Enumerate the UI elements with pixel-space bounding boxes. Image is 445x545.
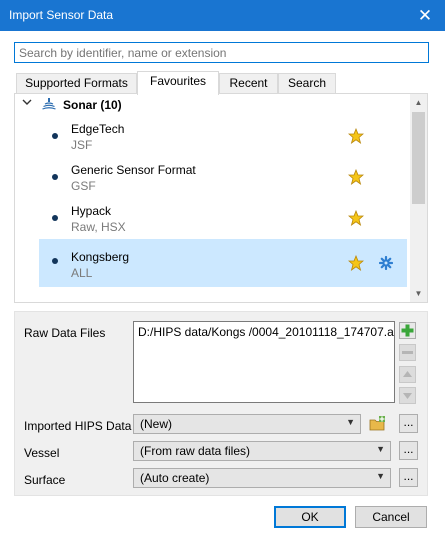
add-file-button[interactable]: [399, 322, 416, 339]
format-list: Sonar (10) EdgeTech JSF Generic Sensor F…: [14, 93, 428, 303]
bullet-icon: [52, 258, 58, 264]
search-input[interactable]: [14, 42, 429, 63]
surface-dropdown[interactable]: (Auto create) ▼: [133, 468, 391, 488]
tab-search[interactable]: Search: [278, 73, 336, 94]
chevron-down-icon: ▼: [376, 471, 385, 481]
star-icon[interactable]: [347, 127, 365, 147]
chevron-down-icon: ▼: [376, 444, 385, 454]
browse-vessel-button[interactable]: ...: [399, 441, 418, 460]
gear-icon[interactable]: [378, 255, 394, 273]
surface-value: (Auto create): [140, 471, 210, 485]
browse-surface-button[interactable]: ...: [399, 468, 418, 487]
group-label: Sonar (10): [63, 98, 122, 112]
imported-hips-data-value: (New): [140, 417, 172, 431]
group-header-sonar[interactable]: Sonar (10): [15, 94, 407, 116]
chevron-down-icon: ▼: [346, 417, 355, 427]
vessel-label: Vessel: [24, 446, 60, 460]
scroll-up-icon[interactable]: ▲: [410, 94, 427, 111]
cancel-button[interactable]: Cancel: [355, 506, 427, 528]
vessel-dropdown[interactable]: (From raw data files) ▼: [133, 441, 391, 461]
list-item-generic-sensor-format[interactable]: Generic Sensor Format GSF: [39, 158, 407, 199]
browse-hips-data-button[interactable]: ...: [399, 414, 418, 433]
raw-data-files-list[interactable]: D:/HIPS data/Kongs /0004_20101118_174707…: [133, 321, 395, 403]
list-item-kongsberg[interactable]: Kongsberg ALL: [39, 239, 407, 287]
format-name: Kongsberg: [71, 250, 130, 264]
tab-favourites[interactable]: Favourites: [137, 71, 219, 95]
raw-file-entry[interactable]: D:/HIPS data/Kongs /0004_20101118_174707…: [138, 325, 394, 339]
format-extensions: GSF: [71, 179, 96, 193]
scroll-down-icon[interactable]: ▼: [410, 285, 427, 302]
bullet-icon: [52, 215, 58, 221]
move-up-button[interactable]: [399, 366, 416, 383]
format-extensions: ALL: [71, 266, 93, 280]
tab-recent[interactable]: Recent: [219, 73, 278, 94]
imported-hips-data-label: Imported HIPS Data: [24, 419, 132, 433]
raw-data-files-label: Raw Data Files: [24, 326, 106, 340]
ok-button[interactable]: OK: [274, 506, 346, 528]
bullet-icon: [52, 174, 58, 180]
remove-file-button[interactable]: [399, 344, 416, 361]
open-folder-button[interactable]: [368, 414, 387, 433]
title-bar: Import Sensor Data ✕: [0, 0, 445, 31]
star-icon[interactable]: [347, 209, 365, 229]
scroll-thumb[interactable]: [412, 112, 425, 204]
bullet-icon: [52, 133, 58, 139]
list-item-edgetech[interactable]: EdgeTech JSF: [39, 117, 407, 158]
imported-hips-data-dropdown[interactable]: (New) ▼: [133, 414, 361, 434]
format-name: EdgeTech: [71, 122, 125, 136]
window-title: Import Sensor Data: [9, 8, 114, 22]
list-item-hypack[interactable]: Hypack Raw, HSX: [39, 199, 407, 240]
format-extensions: JSF: [71, 138, 93, 152]
sonar-icon: [42, 97, 56, 114]
tab-supported-formats[interactable]: Supported Formats: [16, 73, 137, 94]
star-icon[interactable]: [347, 254, 365, 274]
move-down-button[interactable]: [399, 387, 416, 404]
format-extensions: Raw, HSX: [71, 220, 126, 234]
star-icon[interactable]: [347, 168, 365, 188]
vessel-value: (From raw data files): [140, 444, 251, 458]
close-button[interactable]: ✕: [405, 0, 445, 31]
format-name: Generic Sensor Format: [71, 163, 196, 177]
surface-label: Surface: [24, 473, 66, 487]
chevron-down-icon[interactable]: [22, 97, 32, 110]
format-name: Hypack: [71, 204, 112, 218]
list-scrollbar[interactable]: ▲ ▼: [410, 94, 427, 302]
